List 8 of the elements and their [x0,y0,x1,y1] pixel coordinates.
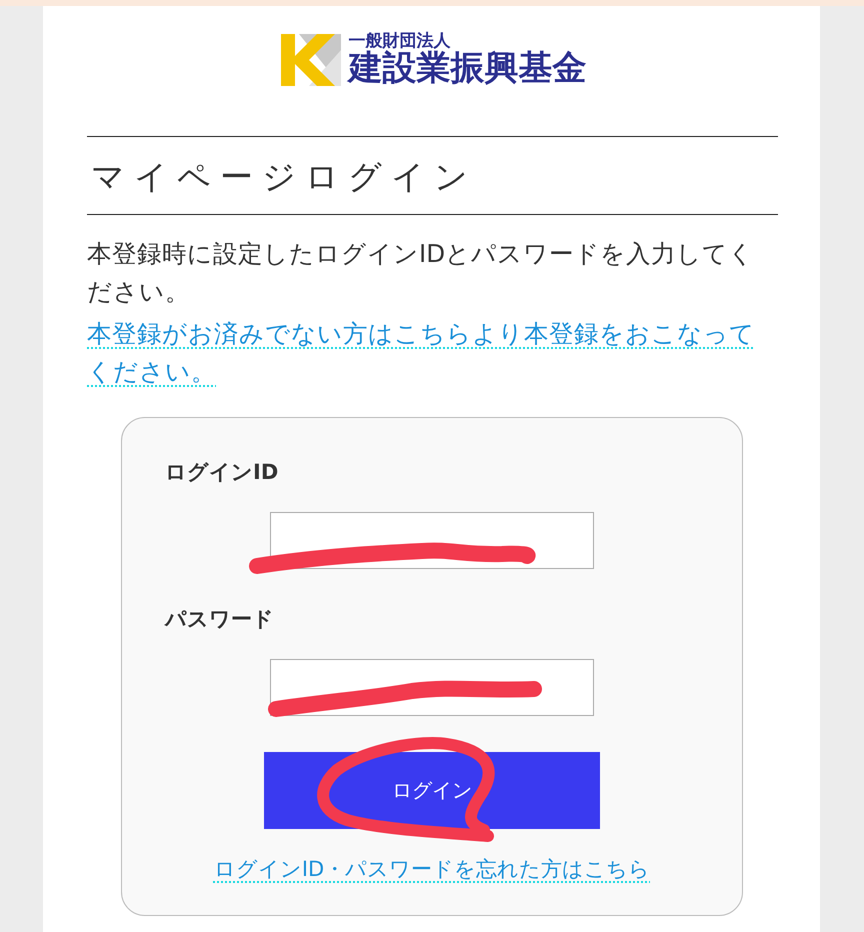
forgot-link[interactable]: ログインID・パスワードを忘れた方はこちら [214,857,650,881]
register-link[interactable]: 本登録がお済みでない方はこちらより本登録をおこなってください。 [87,315,778,391]
field-label: パスワード [165,606,275,633]
field-label: ログインID [165,459,280,486]
logo-name: 建設業振興基金 [348,51,586,87]
page-heading: マイページログイン [87,136,778,215]
logo-subtitle: 一般財団法人 [348,33,450,52]
intro-text: 本登録時に設定したログインIDとパスワードを入力してください。 [87,238,756,308]
